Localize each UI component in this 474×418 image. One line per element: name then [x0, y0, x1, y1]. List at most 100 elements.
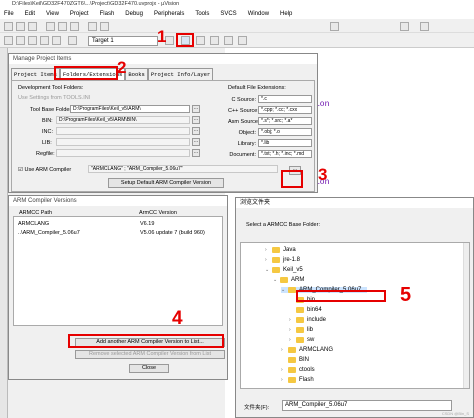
folders-panel: Development Tool Folders: Use Settings f… [11, 80, 315, 192]
tree-node-label: lib [307, 327, 314, 333]
browse-bin-button[interactable]: ... [192, 116, 200, 124]
menu-item[interactable]: Edit [25, 11, 35, 17]
tree-node[interactable]: › ARMCLANG [281, 347, 333, 353]
folder-field[interactable]: ARM_Compiler_5.06u7 [282, 400, 452, 411]
menu-item[interactable]: SVCS [220, 11, 236, 17]
save-icon[interactable] [28, 22, 37, 31]
list-item-path[interactable]: ..\ARM_Compiler_5.06u7 [18, 230, 80, 236]
ext-field[interactable]: *.c [258, 95, 312, 103]
ext-field[interactable]: *.lib [258, 139, 312, 147]
tree-node[interactable]: › Flash [281, 377, 314, 383]
menu-item[interactable]: Window [248, 11, 269, 17]
expand-arrow-icon[interactable]: › [281, 377, 287, 383]
rebuild-icon[interactable] [28, 36, 37, 45]
expand-arrow-icon[interactable]: ⌄ [273, 277, 279, 283]
expand-arrow-icon[interactable]: › [281, 347, 287, 353]
manage-rte-icon[interactable] [224, 36, 233, 45]
ext-label: Document: [229, 152, 256, 158]
select-packs-icon[interactable] [238, 36, 247, 45]
search-icon[interactable] [330, 22, 339, 31]
tool-base-field[interactable]: D:\ProgramFiles\Keil_v5\ARM\ [70, 105, 190, 113]
menu-item[interactable]: Help [280, 11, 292, 17]
target-select[interactable]: Target 1 [88, 36, 158, 46]
books-icon[interactable] [196, 36, 205, 45]
expand-arrow-icon[interactable]: › [289, 317, 295, 323]
paste-icon[interactable] [70, 22, 79, 31]
tree-scrollbar[interactable] [463, 243, 469, 388]
ext-field[interactable]: *.obj; *.o [258, 128, 312, 136]
cut-icon[interactable] [46, 22, 55, 31]
bin-field[interactable]: D:\ProgramFiles\Keil_v5\ARM\BIN\ [56, 116, 190, 124]
menu-item[interactable]: File [4, 11, 14, 17]
tree-node[interactable]: bin64 [289, 307, 322, 313]
inc-field[interactable] [56, 127, 190, 135]
tree-node[interactable]: › jre-1.8 [265, 257, 300, 263]
annotation-1: 1 [157, 27, 167, 46]
undo-icon[interactable] [88, 22, 97, 31]
expand-arrow-icon[interactable]: › [265, 257, 271, 263]
tree-node[interactable]: ⌄ ARM [273, 277, 304, 283]
menu-item[interactable]: Peripherals [154, 11, 184, 17]
ext-label: C++ Source: [228, 108, 259, 114]
redo-icon[interactable] [100, 22, 109, 31]
tab-project-items[interactable]: Project Items [11, 68, 60, 80]
tree-node[interactable]: › sw [289, 337, 314, 343]
folder-tree[interactable]: › Java › jre-1.8 ⌄ Keil_v5 ⌄ ARM ⌄ ARM_Compiler_5… [240, 242, 470, 389]
annotation-4: 4 [172, 308, 183, 329]
tree-node[interactable]: ⌄ Keil_v5 [265, 267, 303, 273]
menu-item[interactable]: Debug [125, 11, 143, 17]
menu-item[interactable]: Tools [195, 11, 209, 17]
compiler-field[interactable]: "ARMCLANG" ; "ARM_Compiler_5.06u7" [88, 165, 278, 173]
translate-icon[interactable] [4, 36, 13, 45]
settings-icon[interactable] [420, 22, 429, 31]
menu-item[interactable]: View [46, 11, 59, 17]
tree-node[interactable]: › Java [265, 247, 296, 253]
tree-node-label: BIN [299, 357, 310, 363]
ext-field[interactable]: *.cpp; *.cc; *.cxx [258, 106, 312, 114]
folder-label: 文件夹(F): [244, 405, 270, 411]
tree-node[interactable]: BIN [281, 357, 309, 363]
tree-node[interactable]: › lib [289, 327, 313, 333]
annotation-5: 5 [400, 284, 412, 306]
browse-inc-button[interactable]: ... [192, 127, 200, 135]
use-settings-checkbox[interactable]: Use Settings from TOOLS.INI [18, 95, 90, 101]
expand-arrow-icon[interactable]: › [265, 247, 271, 253]
browse-tool-base-button[interactable]: ... [192, 105, 200, 113]
download-icon[interactable] [68, 36, 77, 45]
tree-node[interactable]: › include [289, 317, 326, 323]
pack-installer-icon[interactable] [210, 36, 219, 45]
stop-build-icon[interactable] [52, 36, 61, 45]
new-file-icon[interactable] [4, 22, 13, 31]
setup-default-compiler-button[interactable]: Setup Default ARM Compiler Version [108, 178, 224, 188]
ext-field[interactable]: *.txt; *.h; *.inc; *.md [258, 150, 312, 158]
expand-arrow-icon[interactable]: ⌄ [281, 287, 287, 293]
remove-compiler-button[interactable]: Remove selected ARM Compiler Version fro… [75, 350, 225, 359]
tab-project-info[interactable]: Project Info/Layer [147, 68, 214, 80]
expand-arrow-icon[interactable]: › [289, 337, 295, 343]
tree-node-label: ARM [291, 277, 305, 283]
browse-regfile-button[interactable]: ... [192, 149, 200, 157]
menu-item[interactable]: Project [70, 11, 89, 17]
menu-item[interactable]: Flash [100, 11, 115, 17]
expand-arrow-icon[interactable]: › [289, 327, 295, 333]
tree-node[interactable]: › ctools [281, 367, 315, 373]
close-button[interactable]: Close [129, 364, 169, 373]
tree-node-label: Flash [299, 377, 314, 383]
copy-icon[interactable] [58, 22, 67, 31]
build-icon[interactable] [16, 36, 25, 45]
project-pane [0, 48, 8, 418]
folder-icon [288, 377, 296, 383]
use-arm-compiler-checkbox[interactable]: ☑ Use ARM Compiler [18, 167, 71, 173]
ext-field[interactable]: *.s*; *.src; *.a* [258, 117, 312, 125]
debug-icon[interactable] [400, 22, 409, 31]
expand-arrow-icon[interactable]: › [281, 367, 287, 373]
batch-build-icon[interactable] [40, 36, 49, 45]
open-file-icon[interactable] [16, 22, 25, 31]
lib-field[interactable] [56, 138, 190, 146]
list-item-path[interactable]: ARMCLANG [18, 221, 49, 227]
expand-arrow-icon[interactable]: ⌄ [265, 267, 271, 273]
browse-lib-button[interactable]: ... [192, 138, 200, 146]
regfile-field[interactable] [56, 149, 190, 157]
compiler-list[interactable]: ARMCLANG V6.19 ..\ARM_Compiler_5.06u7 V5… [13, 216, 223, 326]
tab-books[interactable]: Books [125, 68, 148, 80]
